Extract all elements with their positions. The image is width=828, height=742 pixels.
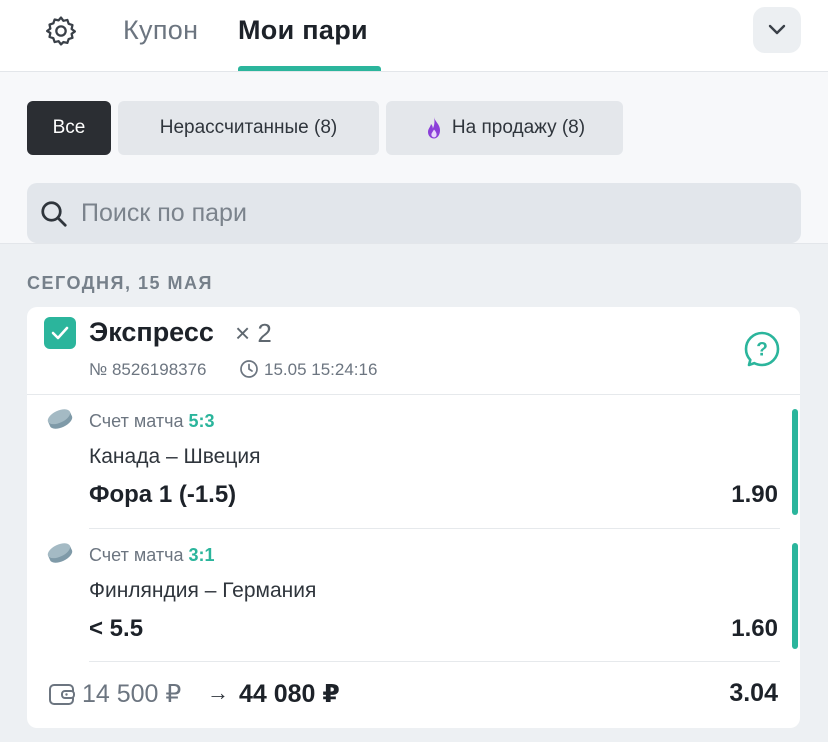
- selection-status-bar: [792, 409, 798, 515]
- collapse-button[interactable]: [753, 7, 801, 53]
- match-score: 3:1: [188, 545, 215, 565]
- selection-item[interactable]: Счет матча 3:1 Финляндия – Германия < 5.…: [27, 529, 800, 662]
- bet-datetime: 15.05 15:24:16: [264, 360, 378, 379]
- gear-icon[interactable]: [44, 14, 78, 48]
- fire-icon: [424, 116, 444, 140]
- bet-type: Экспресс: [89, 317, 214, 347]
- selection-teams: Канада – Швеция: [89, 445, 261, 468]
- bet-card[interactable]: Экспресс × 2 № 8526198376 15.05 15:24:16…: [27, 307, 800, 728]
- filter-chip-all[interactable]: Все: [27, 101, 111, 155]
- clock-icon: [240, 360, 258, 378]
- top-bar: Купон Мои пари: [0, 0, 828, 72]
- selection-label-text: Счет матча: [89, 411, 184, 431]
- bet-summary: 14 500 ₽ → 44 080 ₽ 3.04: [27, 662, 800, 728]
- hockey-puck-icon: [47, 543, 73, 563]
- selection-odds: 1.60: [731, 615, 778, 642]
- filter-chip-for-sale[interactable]: На продажу (8): [386, 101, 623, 155]
- search-bar: [27, 183, 801, 243]
- selection-label-text: Счет матча: [89, 545, 184, 565]
- stake-amount: 14 500 ₽: [82, 680, 182, 708]
- date-header: СЕГОДНЯ, 15 МАЯ: [27, 273, 213, 293]
- search-icon: [41, 201, 67, 227]
- svg-text:?: ?: [756, 340, 768, 361]
- check-icon: [51, 326, 69, 340]
- selection-odds: 1.90: [731, 481, 778, 508]
- filter-chip-for-sale-label: На продажу (8): [451, 117, 586, 138]
- selection-outcome: Фора 1 (-1.5): [89, 481, 237, 508]
- selection-status-bar: [792, 543, 798, 649]
- selection-teams: Финляндия – Германия: [89, 579, 317, 602]
- arrow-right-icon: →: [207, 680, 229, 705]
- filters-area: Все Нерассчитанные (8) На продажу (8): [0, 72, 828, 244]
- selection-label: Счет матча 3:1: [89, 545, 215, 566]
- selection-outcome: < 5.5: [89, 615, 144, 642]
- tab-my-bets[interactable]: Мои пари: [238, 12, 368, 48]
- match-score: 5:3: [188, 411, 215, 431]
- tab-coupon[interactable]: Купон: [123, 12, 198, 48]
- search-input[interactable]: [81, 183, 781, 243]
- total-odds: 3.04: [729, 679, 778, 707]
- wallet-icon: [49, 684, 75, 705]
- bet-number: № 8526198376: [89, 360, 207, 379]
- help-icon[interactable]: ?: [743, 330, 781, 368]
- selection-label: Счет матча 5:3: [89, 411, 215, 432]
- bet-checkbox[interactable]: [44, 317, 76, 349]
- filter-chip-unsettled[interactable]: Нерассчитанные (8): [118, 101, 379, 155]
- active-tab-indicator: [238, 66, 381, 71]
- bet-multiplier: × 2: [235, 318, 272, 348]
- chevron-down-icon: [768, 24, 786, 35]
- hockey-puck-icon: [47, 409, 73, 429]
- selection-item[interactable]: Счет матча 5:3 Канада – Швеция Фора 1 (-…: [27, 395, 800, 528]
- payout-amount: 44 080 ₽: [239, 680, 340, 708]
